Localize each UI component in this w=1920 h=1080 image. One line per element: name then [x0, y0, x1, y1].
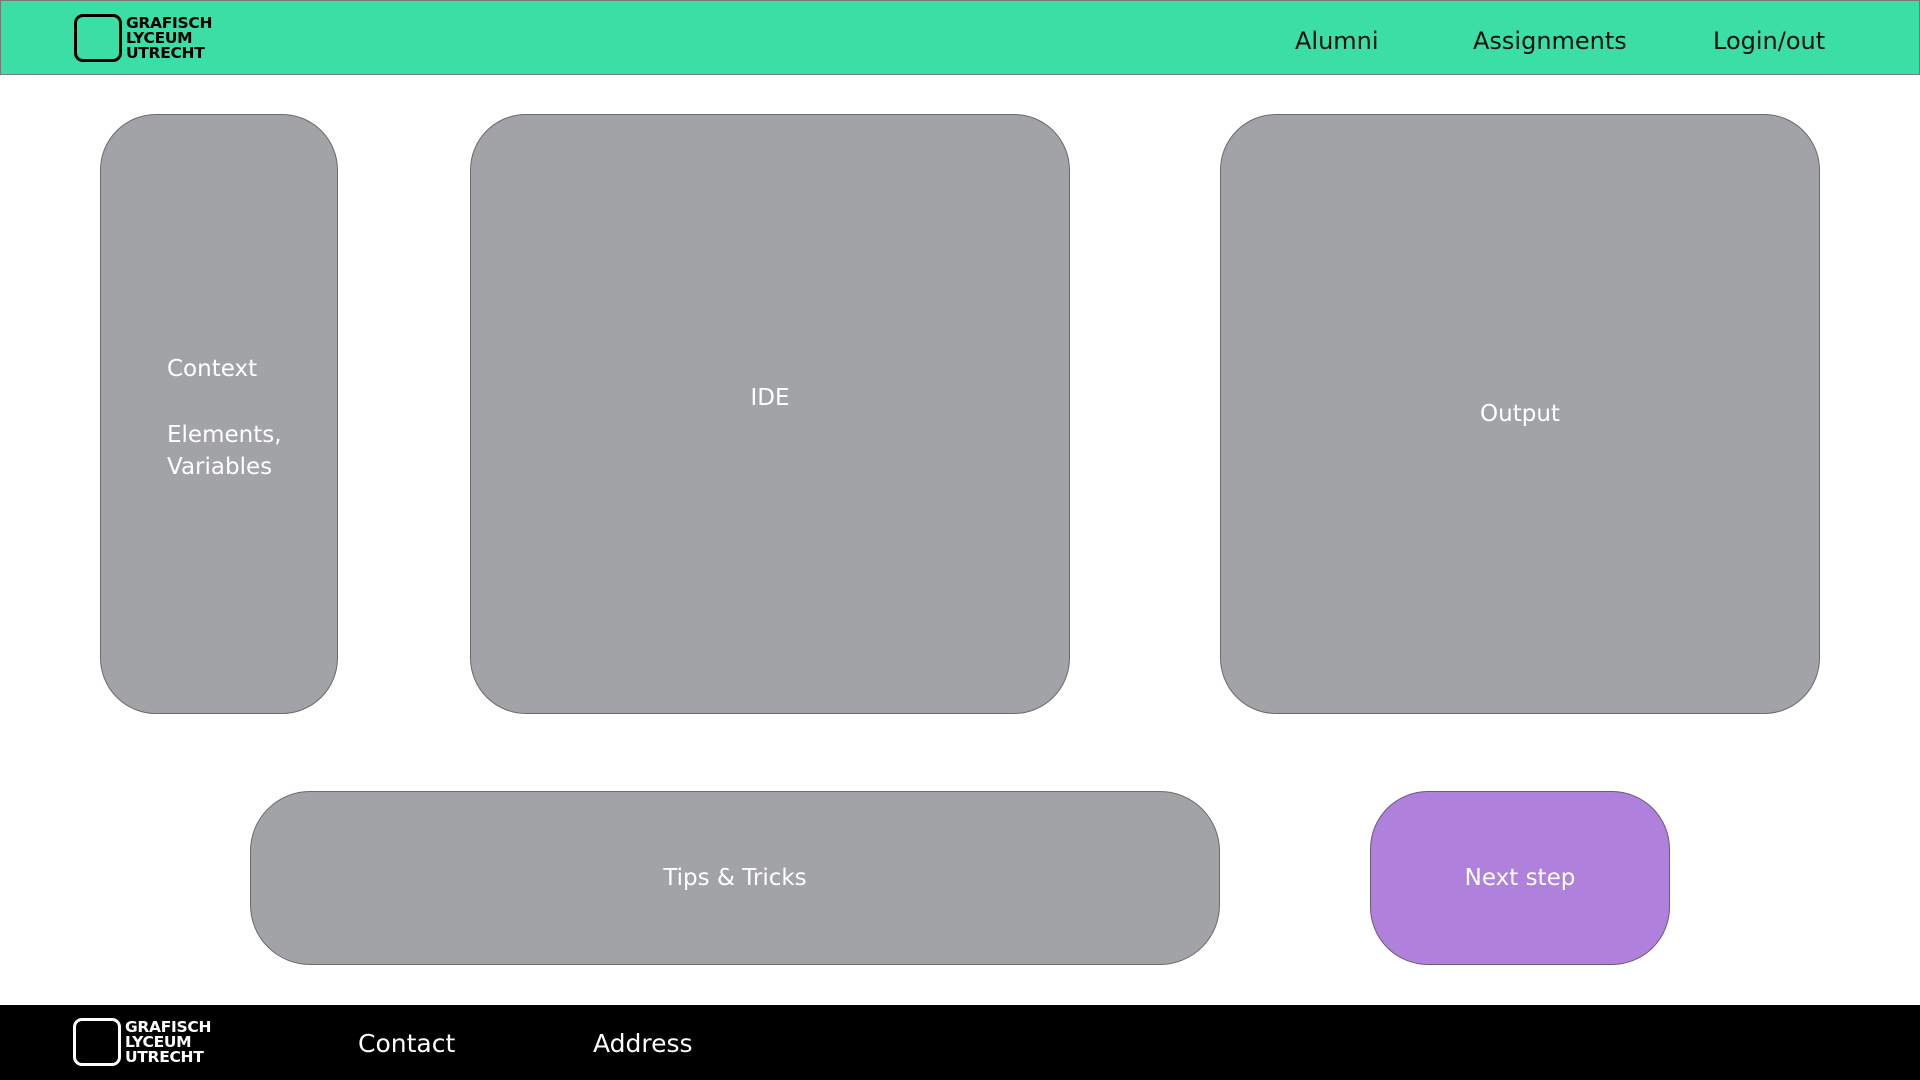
- output-label: Output: [1480, 401, 1560, 427]
- tips-panel[interactable]: Tips & Tricks: [250, 791, 1220, 965]
- ide-label: IDE: [750, 385, 790, 411]
- logo-square-icon: [73, 1018, 121, 1066]
- header-bar: GRAFISCH LYCEUM UTRECHT Alumni Assignmen…: [0, 0, 1920, 75]
- context-line: Elements,: [167, 422, 282, 448]
- ide-panel[interactable]: IDE: [470, 114, 1070, 714]
- context-line: Variables: [167, 454, 273, 480]
- header-logo[interactable]: GRAFISCH LYCEUM UTRECHT: [74, 14, 212, 62]
- next-step-label: Next step: [1464, 865, 1576, 891]
- logo-line: UTRECHT: [125, 1047, 204, 1066]
- context-panel[interactable]: Context Elements, Variables: [100, 114, 338, 714]
- logo-square-icon: [74, 14, 122, 62]
- tips-label: Tips & Tricks: [663, 865, 807, 891]
- logo-line: UTRECHT: [126, 43, 205, 62]
- footer-bar: GRAFISCH LYCEUM UTRECHT Contact Address: [0, 1005, 1920, 1080]
- nav-login-logout[interactable]: Login/out: [1713, 27, 1825, 55]
- logo-wordmark: GRAFISCH LYCEUM UTRECHT: [126, 15, 212, 62]
- context-text: Context Elements, Variables: [167, 353, 282, 483]
- footer-address-link[interactable]: Address: [593, 1029, 693, 1058]
- nav-assignments[interactable]: Assignments: [1473, 27, 1627, 55]
- footer-logo[interactable]: GRAFISCH LYCEUM UTRECHT: [73, 1018, 211, 1066]
- nav-alumni[interactable]: Alumni: [1295, 27, 1379, 55]
- context-title: Context: [167, 356, 258, 382]
- output-panel: Output: [1220, 114, 1820, 714]
- logo-wordmark: GRAFISCH LYCEUM UTRECHT: [125, 1019, 211, 1066]
- page: GRAFISCH LYCEUM UTRECHT Alumni Assignmen…: [0, 0, 1920, 1080]
- footer-contact-link[interactable]: Contact: [358, 1029, 455, 1058]
- next-step-button[interactable]: Next step: [1370, 791, 1670, 965]
